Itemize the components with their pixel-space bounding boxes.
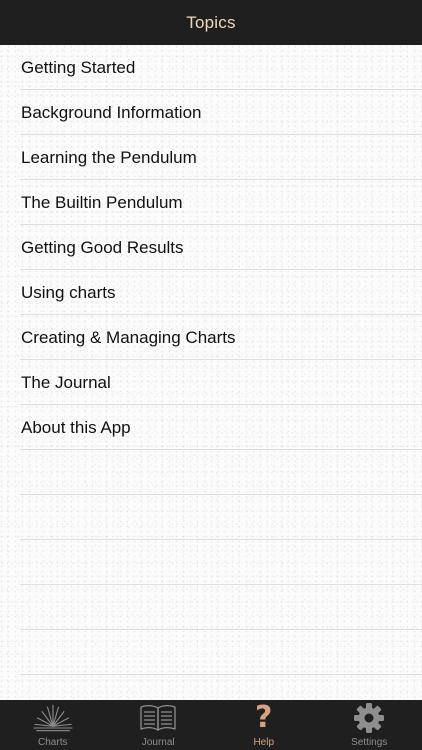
page-title: Topics xyxy=(186,12,236,32)
topic-label: Learning the Pendulum xyxy=(21,147,197,167)
topic-builtin-pendulum[interactable]: The Builtin Pendulum xyxy=(0,180,422,225)
topic-label: About this App xyxy=(21,417,131,437)
tab-journal[interactable]: Journal xyxy=(106,700,212,750)
topic-about-this-app[interactable]: About this App xyxy=(0,405,422,450)
topic-learning-the-pendulum[interactable]: Learning the Pendulum xyxy=(0,135,422,180)
tab-help[interactable]: ? Help xyxy=(211,700,317,750)
topic-label: The Journal xyxy=(21,372,111,392)
open-book-icon xyxy=(138,702,178,734)
navigation-bar: Topics xyxy=(0,0,422,45)
row-divider xyxy=(20,629,422,630)
topic-label: Creating & Managing Charts xyxy=(21,327,236,347)
topic-getting-started[interactable]: Getting Started xyxy=(0,45,422,90)
tab-bar: Charts Journal ? Help Settings xyxy=(0,700,422,750)
charts-fan-icon xyxy=(33,702,73,734)
topic-getting-good-results[interactable]: Getting Good Results xyxy=(0,225,422,270)
topic-label: Getting Good Results xyxy=(21,237,184,257)
row-divider xyxy=(20,674,422,675)
topics-list[interactable]: Getting Started Background Information L… xyxy=(0,45,422,700)
topic-label: Background Information xyxy=(21,102,202,122)
row-divider xyxy=(20,584,422,585)
tab-label: Settings xyxy=(351,737,388,748)
question-mark-icon: ? xyxy=(255,700,273,735)
tab-label: Charts xyxy=(38,737,68,748)
topic-the-journal[interactable]: The Journal xyxy=(0,360,422,405)
row-divider xyxy=(20,449,422,450)
gear-icon xyxy=(349,702,389,734)
tab-settings[interactable]: Settings xyxy=(317,700,422,750)
tab-label: Help xyxy=(253,737,275,748)
tab-charts[interactable]: Charts xyxy=(0,700,106,750)
topic-using-charts[interactable]: Using charts xyxy=(0,270,422,315)
topic-background-information[interactable]: Background Information xyxy=(0,90,422,135)
topic-label: Using charts xyxy=(21,282,116,302)
row-divider xyxy=(20,539,422,540)
topic-label: Getting Started xyxy=(21,57,136,77)
topic-label: The Builtin Pendulum xyxy=(21,192,183,212)
tab-label: Journal xyxy=(141,737,175,748)
topic-creating-managing-charts[interactable]: Creating & Managing Charts xyxy=(0,315,422,360)
row-divider xyxy=(20,494,422,495)
